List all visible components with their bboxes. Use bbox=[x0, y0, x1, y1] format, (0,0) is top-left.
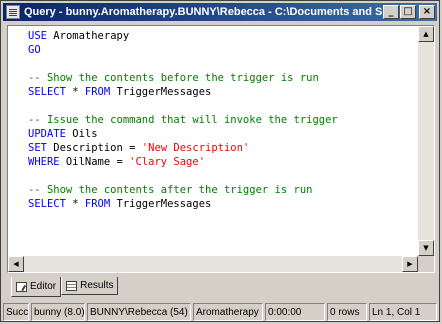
scroll-left-arrow-icon[interactable]: ◀ bbox=[8, 256, 24, 272]
title-bar[interactable]: Query - bunny.Aromatherapy.BUNNY\Rebecca… bbox=[3, 3, 437, 21]
editor-icon bbox=[16, 281, 27, 292]
code-line[interactable] bbox=[28, 169, 418, 183]
code-token: SELECT bbox=[28, 198, 66, 210]
code-token: Description = bbox=[46, 142, 142, 154]
code-token: SELECT bbox=[28, 86, 66, 98]
code-line[interactable]: WHERE OilName = 'Clary Sage' bbox=[28, 155, 418, 169]
scroll-down-arrow-icon[interactable]: ▼ bbox=[418, 240, 434, 256]
code-token: UPDATE bbox=[28, 128, 66, 140]
pane-tabs: Editor Results bbox=[11, 277, 119, 297]
sql-editor[interactable]: USE Aromatherapy GO -- Show the contents b… bbox=[8, 26, 418, 256]
code-token: OilName = bbox=[59, 156, 130, 168]
code-line[interactable]: GO bbox=[28, 43, 418, 57]
code-token: FROM bbox=[84, 198, 111, 210]
status-cursor-position: Ln 1, Col 1 bbox=[369, 303, 437, 321]
code-token: -- Show the contents before the trigger … bbox=[28, 72, 319, 84]
close-button[interactable]: × bbox=[419, 5, 435, 19]
horizontal-scrollbar[interactable]: ◀ ▶ bbox=[8, 256, 418, 272]
tab-results-label: Results bbox=[80, 280, 114, 291]
code-line[interactable]: UPDATE Oils bbox=[28, 127, 418, 141]
code-token: 'Clary Sage' bbox=[129, 156, 206, 168]
maximize-button[interactable]: □ bbox=[400, 5, 416, 19]
minimize-button[interactable]: _ bbox=[383, 5, 399, 19]
status-elapsed: 0:00:00 bbox=[265, 303, 325, 321]
code-token: WHERE bbox=[28, 156, 60, 168]
tab-editor[interactable]: Editor bbox=[11, 277, 62, 297]
code-token: FROM bbox=[84, 86, 111, 98]
code-line[interactable]: -- Show the contents before the trigger … bbox=[28, 71, 418, 85]
status-user: BUNNY\Rebecca (54) bbox=[87, 303, 191, 321]
code-token: GO bbox=[28, 44, 41, 56]
code-line[interactable] bbox=[28, 99, 418, 113]
code-line[interactable]: USE Aromatherapy bbox=[28, 29, 418, 43]
code-token: TriggerMessages bbox=[110, 198, 212, 210]
code-token: USE bbox=[28, 30, 54, 42]
scroll-up-arrow-icon[interactable]: ▲ bbox=[418, 26, 434, 42]
scrollbar-corner bbox=[418, 256, 434, 272]
code-token: -- Issue the command that will invoke th… bbox=[28, 114, 338, 126]
code-token: 'New Description' bbox=[141, 142, 250, 154]
status-rows: 0 rows bbox=[327, 303, 367, 321]
vertical-scrollbar[interactable]: ▲ ▼ bbox=[418, 26, 434, 256]
editor-pane: USE Aromatherapy GO -- Show the contents b… bbox=[7, 25, 435, 273]
results-grid-icon bbox=[66, 280, 78, 291]
code-token: TriggerMessages bbox=[110, 86, 212, 98]
code-token: * bbox=[65, 86, 85, 98]
code-token: Aromatherapy bbox=[53, 30, 130, 42]
window-title: Query - bunny.Aromatherapy.BUNNY\Rebecca… bbox=[24, 6, 382, 18]
query-document-icon[interactable] bbox=[6, 5, 20, 19]
tab-editor-label: Editor bbox=[30, 281, 57, 292]
query-window: Query - bunny.Aromatherapy.BUNNY\Rebecca… bbox=[0, 0, 440, 322]
code-line[interactable]: SET Description = 'New Description' bbox=[28, 141, 418, 155]
code-token: * bbox=[65, 198, 85, 210]
code-token: -- Show the contents after the trigger i… bbox=[28, 184, 313, 196]
code-line[interactable] bbox=[28, 57, 418, 71]
status-state: Succ bbox=[3, 303, 29, 321]
code-line[interactable]: SELECT * FROM TriggerMessages bbox=[28, 197, 418, 211]
scroll-right-arrow-icon[interactable]: ▶ bbox=[402, 256, 418, 272]
code-line[interactable]: -- Issue the command that will invoke th… bbox=[28, 113, 418, 127]
code-line[interactable]: SELECT * FROM TriggerMessages bbox=[28, 85, 418, 99]
tab-results[interactable]: Results bbox=[61, 277, 119, 295]
status-server: bunny (8.0) bbox=[31, 303, 85, 321]
code-token: Oils bbox=[65, 128, 98, 140]
status-bar: Succ bunny (8.0) BUNNY\Rebecca (54) Arom… bbox=[3, 303, 437, 321]
status-database: Aromatherapy bbox=[193, 303, 263, 321]
code-line[interactable]: -- Show the contents after the trigger i… bbox=[28, 183, 418, 197]
code-token: SET bbox=[28, 142, 47, 154]
